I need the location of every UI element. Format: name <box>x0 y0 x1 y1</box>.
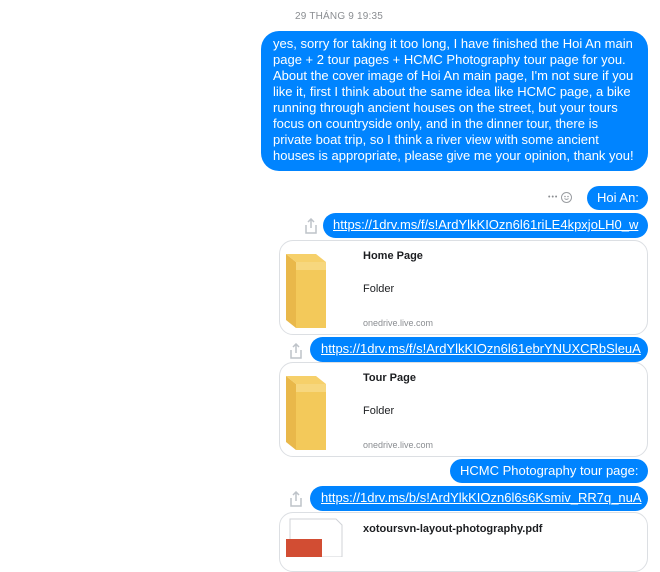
card-subtitle: Folder <box>363 405 395 417</box>
more-icon[interactable]: ••• <box>548 194 558 201</box>
card-title: xotoursvn-layout-photography.pdf <box>363 523 543 535</box>
link-preview-card-tour[interactable]: Tour Page Folder onedrive.live.com <box>279 362 648 457</box>
card-title: Home Page <box>363 250 423 262</box>
pdf-icon <box>286 518 343 557</box>
link-bubble-pdf[interactable]: https://1drv.ms/b/s!ArdYlkKIOzn6l6s6Ksmi… <box>310 486 648 511</box>
card-domain: onedrive.live.com <box>363 318 434 328</box>
share-icon[interactable] <box>289 343 303 359</box>
link-bubble-tour-page[interactable]: https://1drv.ms/f/s!ArdYlkKIOzn6l61ebrYN… <box>310 337 648 362</box>
card-subtitle: Folder <box>363 283 395 295</box>
message-actions: ••• <box>548 192 573 203</box>
card-domain: onedrive.live.com <box>363 440 434 450</box>
link-preview-card-pdf[interactable]: xotoursvn-layout-photography.pdf <box>279 512 648 572</box>
message-bubble-hoi-an[interactable]: Hoi An: <box>587 186 648 210</box>
message-timestamp: 29 THÁNG 9 19:35 <box>295 11 384 22</box>
card-title: Tour Page <box>363 372 416 384</box>
message-bubble-hcmc[interactable]: HCMC Photography tour page: <box>450 459 648 483</box>
folder-icon <box>286 254 326 328</box>
link-preview-card-home[interactable]: Home Page Folder onedrive.live.com <box>279 240 648 335</box>
share-icon[interactable] <box>289 491 303 507</box>
message-bubble-main[interactable]: yes, sorry for taking it too long, I hav… <box>261 31 648 171</box>
link-bubble-home-page[interactable]: https://1drv.ms/f/s!ArdYlkKIOzn6l61riLE4… <box>323 213 648 238</box>
share-icon[interactable] <box>304 218 318 234</box>
emoji-icon[interactable] <box>561 192 573 203</box>
folder-icon <box>286 376 326 450</box>
